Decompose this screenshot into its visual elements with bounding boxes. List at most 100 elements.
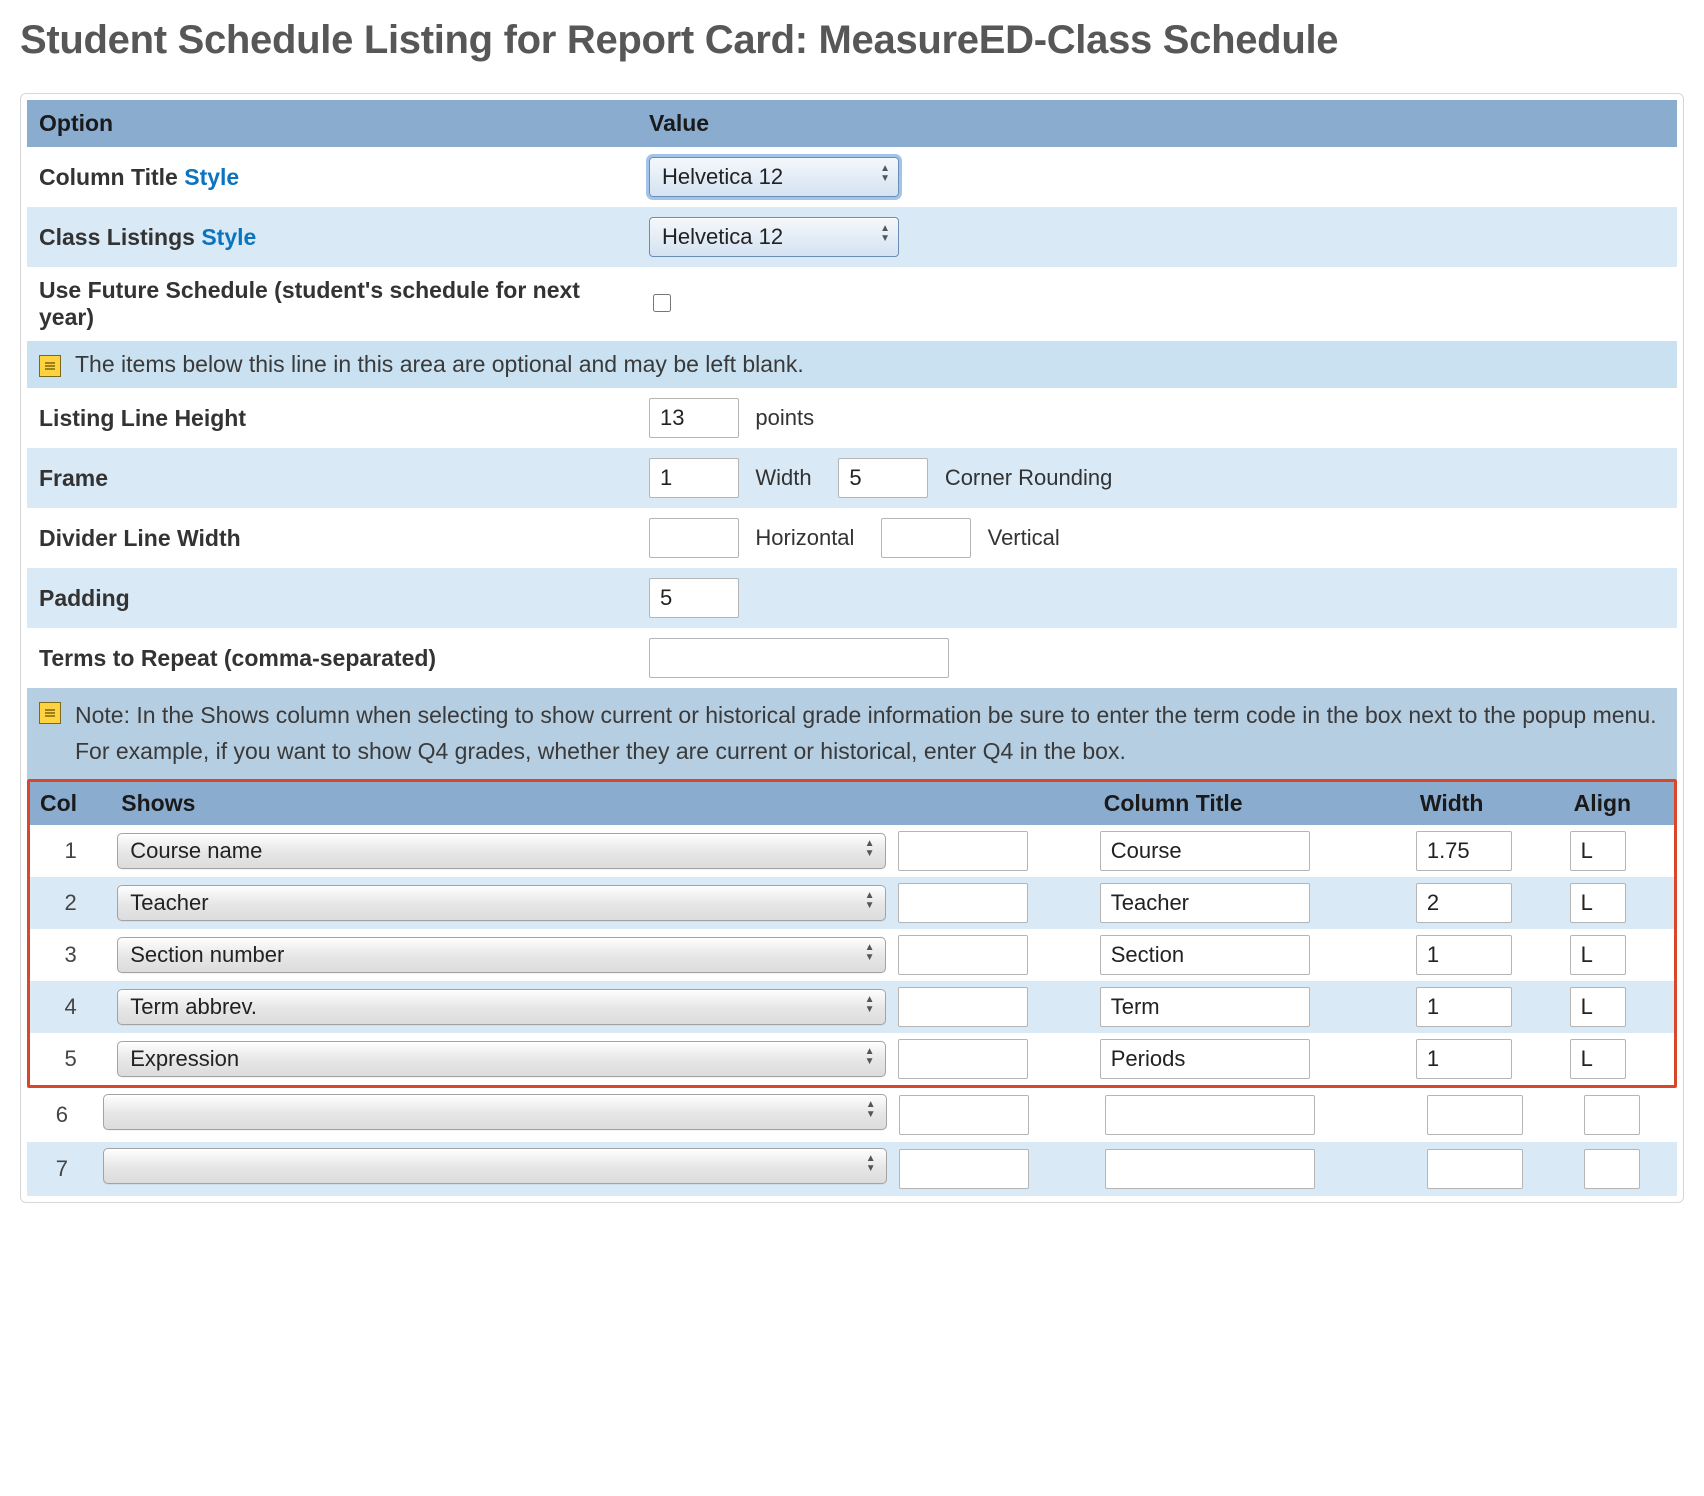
- class-listings-label: Class Listings: [39, 224, 201, 250]
- listing-line-height-input[interactable]: [649, 398, 739, 438]
- shows-value: Teacher: [130, 890, 208, 915]
- column-title-input[interactable]: [1100, 935, 1310, 975]
- shows-select[interactable]: ▲▼: [103, 1094, 887, 1130]
- column-align-input[interactable]: [1570, 1039, 1626, 1079]
- shows-select[interactable]: Term abbrev. ▲▼: [117, 989, 885, 1025]
- term-code-input[interactable]: [898, 883, 1028, 923]
- cols-header-shows: Shows: [111, 782, 891, 825]
- note-icon: [39, 702, 61, 724]
- select-arrows-icon: ▲▼: [865, 891, 875, 911]
- settings-panel: Option Value Column Title Style Helvetic…: [20, 93, 1684, 1203]
- column-title-input[interactable]: [1105, 1149, 1315, 1189]
- columns-table-extra: 6 ▲▼ 7 ▲▼: [27, 1088, 1677, 1196]
- page-title: Student Schedule Listing for Report Card…: [20, 18, 1684, 63]
- divider-vertical-label: Vertical: [988, 525, 1060, 550]
- col-number: 3: [30, 929, 111, 981]
- divider-horizontal-input[interactable]: [649, 518, 739, 558]
- term-code-input[interactable]: [898, 935, 1028, 975]
- use-future-checkbox[interactable]: [653, 294, 671, 312]
- terms-repeat-label: Terms to Repeat (comma-separated): [39, 645, 436, 671]
- shows-select[interactable]: ▲▼: [103, 1148, 887, 1184]
- term-code-input[interactable]: [898, 987, 1028, 1027]
- column-title-input[interactable]: [1100, 1039, 1310, 1079]
- term-code-input[interactable]: [899, 1149, 1029, 1189]
- class-listings-style-link[interactable]: Style: [201, 224, 256, 250]
- select-arrows-icon: ▲▼: [865, 995, 875, 1015]
- column-align-input[interactable]: [1570, 883, 1626, 923]
- select-arrows-icon: ▲▼: [866, 1154, 876, 1174]
- col-number: 1: [30, 825, 111, 877]
- options-table: Option Value Column Title Style Helvetic…: [27, 100, 1677, 779]
- divider-horizontal-label: Horizontal: [755, 525, 854, 550]
- term-code-input[interactable]: [898, 1039, 1028, 1079]
- col-number: 4: [30, 981, 111, 1033]
- frame-width-input[interactable]: [649, 458, 739, 498]
- term-code-input[interactable]: [899, 1095, 1029, 1135]
- cols-header-title: Column Title: [1094, 782, 1410, 825]
- use-future-label: Use Future Schedule (student's schedule …: [39, 277, 580, 330]
- column-title-label: Column Title: [39, 164, 184, 190]
- col-number: 2: [30, 877, 111, 929]
- column-align-input[interactable]: [1570, 987, 1626, 1027]
- select-arrows-icon: ▲▼: [866, 1100, 876, 1120]
- col-number: 5: [30, 1033, 111, 1085]
- shows-value: Course name: [130, 838, 262, 863]
- note-optional-text: The items below this line in this area a…: [75, 351, 804, 378]
- column-title-style-value: Helvetica 12: [662, 164, 783, 189]
- shows-select[interactable]: Section number ▲▼: [117, 937, 885, 973]
- column-title-input[interactable]: [1105, 1095, 1315, 1135]
- listing-line-height-unit: points: [755, 405, 814, 430]
- column-width-input[interactable]: [1427, 1149, 1523, 1189]
- column-width-input[interactable]: [1416, 883, 1512, 923]
- select-arrows-icon: ▲▼: [880, 224, 890, 244]
- column-width-input[interactable]: [1416, 831, 1512, 871]
- listing-line-height-label: Listing Line Height: [39, 405, 246, 431]
- column-align-input[interactable]: [1570, 831, 1626, 871]
- frame-label: Frame: [39, 465, 108, 491]
- note-icon: [39, 355, 61, 377]
- options-header-value: Value: [637, 100, 1677, 147]
- frame-corner-input[interactable]: [838, 458, 928, 498]
- select-arrows-icon: ▲▼: [865, 839, 875, 859]
- column-align-input[interactable]: [1584, 1095, 1640, 1135]
- note-shows-text: Note: In the Shows column when selecting…: [75, 698, 1665, 769]
- select-arrows-icon: ▲▼: [865, 943, 875, 963]
- cols-header-align: Align: [1564, 782, 1674, 825]
- columns-table: Col Shows Column Title Width Align 1Cour…: [30, 782, 1674, 1085]
- highlight-annotation: Col Shows Column Title Width Align 1Cour…: [27, 779, 1677, 1088]
- select-arrows-icon: ▲▼: [880, 164, 890, 184]
- column-title-style-select[interactable]: Helvetica 12 ▲▼: [649, 157, 899, 197]
- term-code-input[interactable]: [898, 831, 1028, 871]
- column-title-input[interactable]: [1100, 831, 1310, 871]
- divider-vertical-input[interactable]: [881, 518, 971, 558]
- column-width-input[interactable]: [1416, 935, 1512, 975]
- col-number: 7: [27, 1142, 97, 1196]
- select-arrows-icon: ▲▼: [865, 1047, 875, 1067]
- padding-label: Padding: [39, 585, 130, 611]
- column-width-input[interactable]: [1416, 1039, 1512, 1079]
- frame-corner-label: Corner Rounding: [945, 465, 1113, 490]
- options-header-option: Option: [27, 100, 637, 147]
- class-listings-style-select[interactable]: Helvetica 12 ▲▼: [649, 217, 899, 257]
- terms-repeat-input[interactable]: [649, 638, 949, 678]
- col-number: 6: [27, 1088, 97, 1142]
- frame-width-label: Width: [755, 465, 811, 490]
- shows-value: Section number: [130, 942, 284, 967]
- shows-value: Expression: [130, 1046, 239, 1071]
- column-title-input[interactable]: [1100, 987, 1310, 1027]
- column-align-input[interactable]: [1570, 935, 1626, 975]
- column-title-style-link[interactable]: Style: [184, 164, 239, 190]
- shows-select[interactable]: Course name ▲▼: [117, 833, 885, 869]
- padding-input[interactable]: [649, 578, 739, 618]
- shows-value: Term abbrev.: [130, 994, 257, 1019]
- column-title-input[interactable]: [1100, 883, 1310, 923]
- column-width-input[interactable]: [1416, 987, 1512, 1027]
- shows-select[interactable]: Teacher ▲▼: [117, 885, 885, 921]
- class-listings-style-value: Helvetica 12: [662, 224, 783, 249]
- cols-header-width: Width: [1410, 782, 1564, 825]
- shows-select[interactable]: Expression ▲▼: [117, 1041, 885, 1077]
- divider-label: Divider Line Width: [39, 525, 241, 551]
- column-align-input[interactable]: [1584, 1149, 1640, 1189]
- column-width-input[interactable]: [1427, 1095, 1523, 1135]
- cols-header-col: Col: [30, 782, 111, 825]
